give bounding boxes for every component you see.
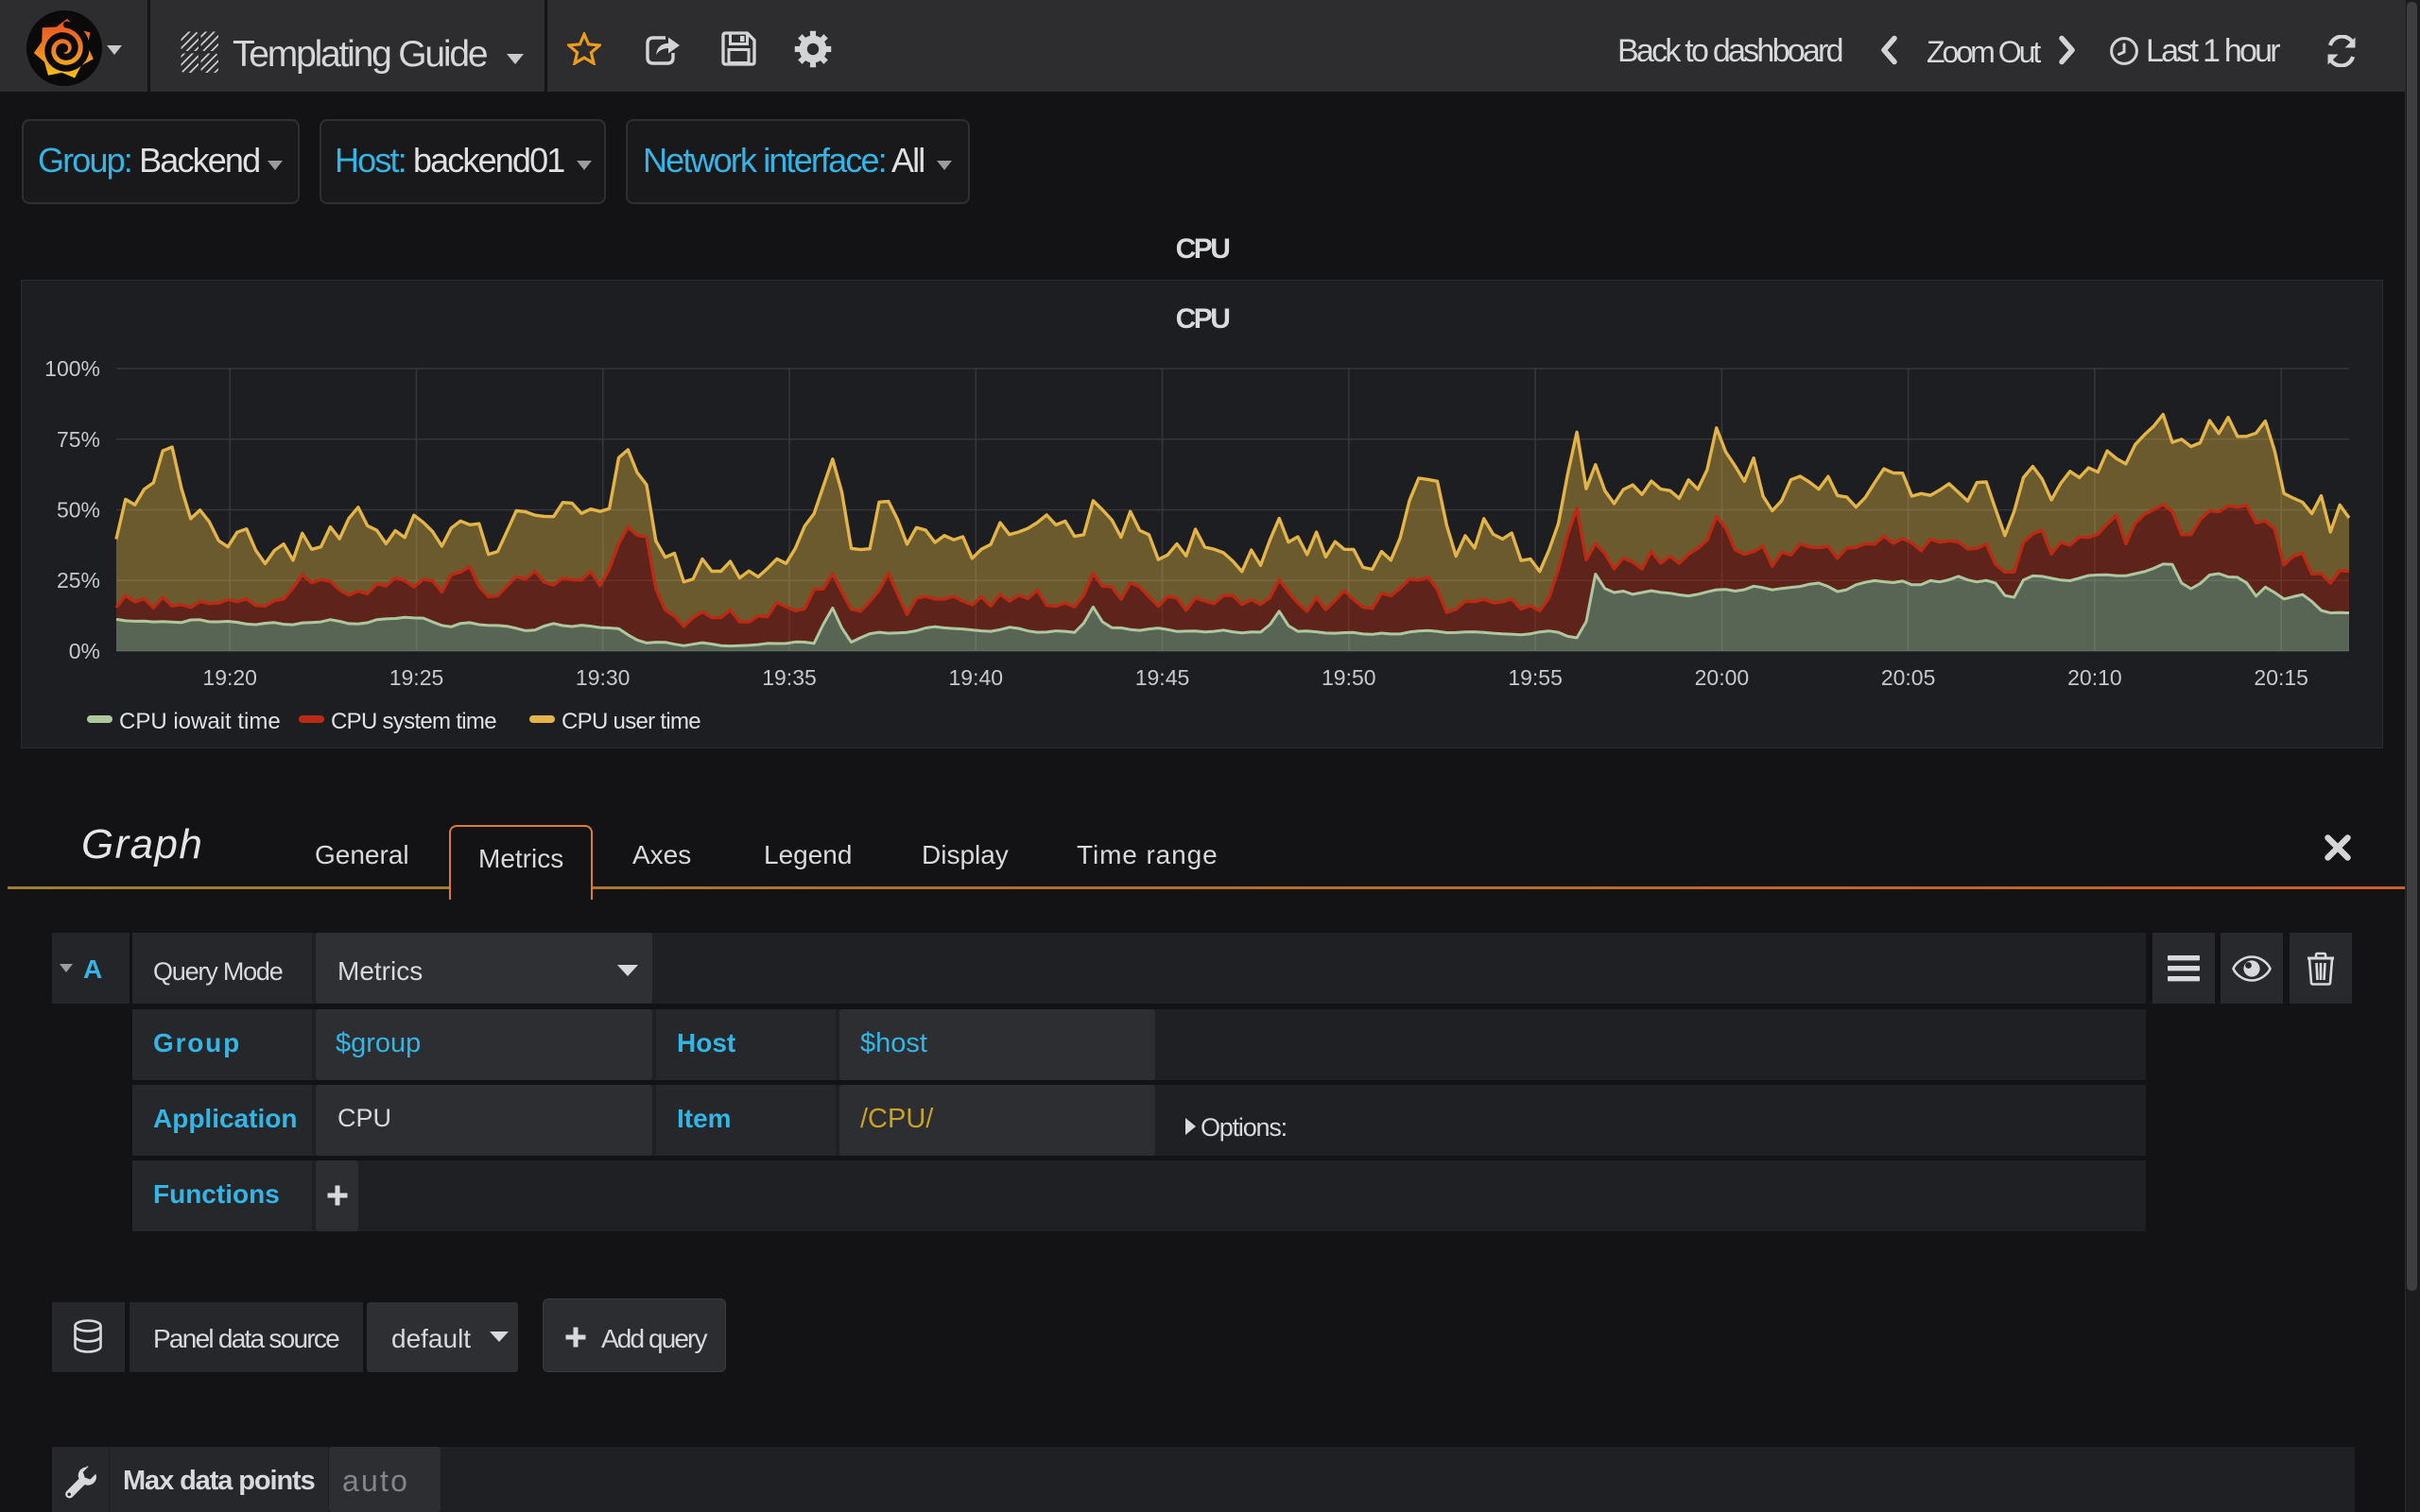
svg-text:100%: 100% [44,356,100,381]
svg-text:19:50: 19:50 [1322,665,1376,690]
svg-text:25%: 25% [57,568,100,593]
svg-text:19:30: 19:30 [576,665,631,690]
svg-text:0%: 0% [69,639,100,663]
svg-text:50%: 50% [57,498,100,523]
svg-text:20:10: 20:10 [2067,665,2122,690]
svg-text:19:25: 19:25 [389,665,444,690]
svg-text:19:45: 19:45 [1135,665,1190,690]
svg-text:75%: 75% [57,427,100,452]
svg-text:19:20: 19:20 [202,665,257,690]
svg-text:19:55: 19:55 [1508,665,1563,690]
svg-text:20:05: 20:05 [1881,665,1936,690]
svg-text:20:00: 20:00 [1695,665,1750,690]
svg-text:20:15: 20:15 [2254,665,2308,690]
svg-text:19:35: 19:35 [762,665,817,690]
svg-text:19:40: 19:40 [949,665,1004,690]
